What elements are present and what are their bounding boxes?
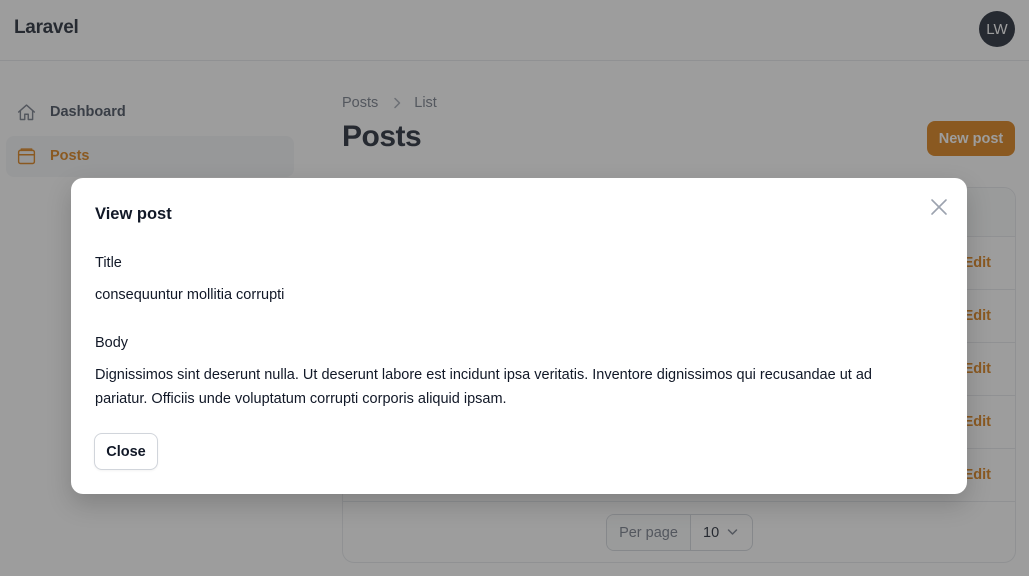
title-field-value: consequuntur mollitia corrupti [95, 287, 285, 303]
close-icon-button[interactable] [928, 196, 950, 218]
view-post-modal: View post Title consequuntur mollitia co… [71, 178, 967, 494]
title-field-label: Title [95, 255, 122, 271]
close-icon [931, 199, 947, 215]
body-field-label: Body [95, 335, 129, 351]
modal-title: View post [95, 205, 172, 223]
close-button[interactable]: Close [94, 433, 158, 470]
body-field-value: Dignissimos sint deserunt nulla. Ut dese… [95, 367, 872, 407]
